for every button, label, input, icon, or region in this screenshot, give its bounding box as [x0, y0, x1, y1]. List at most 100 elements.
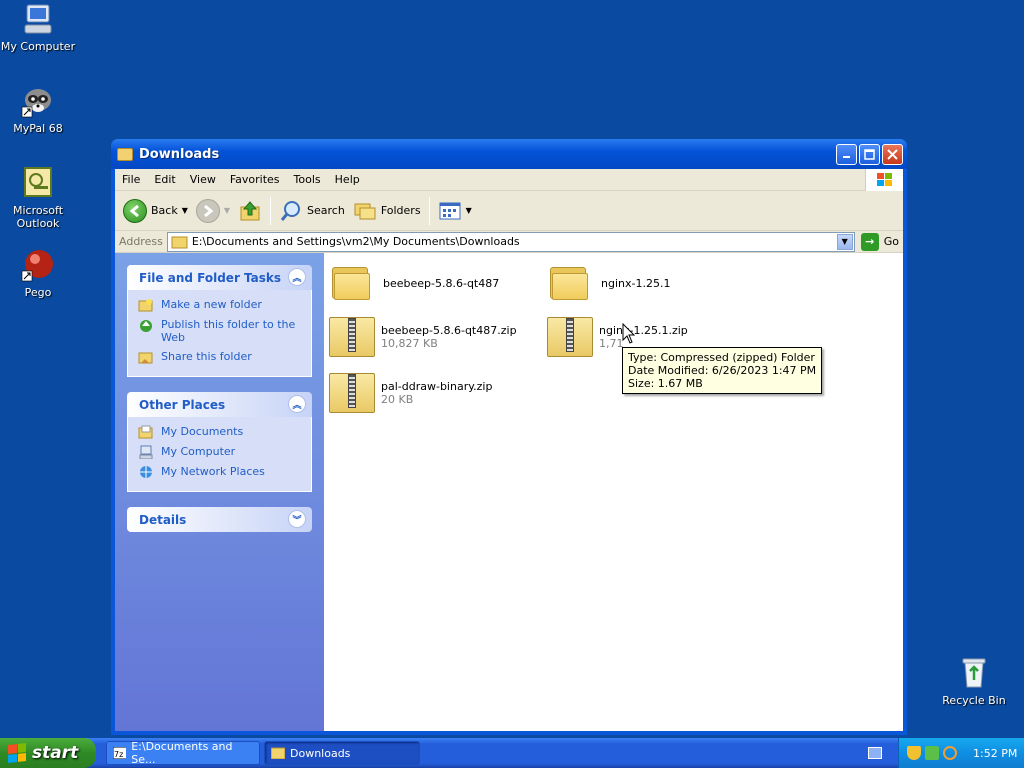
- other-places-panel: Other Places ︽ My Documents My Computer: [127, 392, 312, 492]
- mouse-cursor-icon: [622, 323, 636, 344]
- title-bar[interactable]: Downloads: [111, 139, 907, 169]
- my-documents-link[interactable]: My Documents: [138, 425, 301, 439]
- maximize-icon: [864, 148, 875, 160]
- address-label: Address: [119, 235, 163, 248]
- back-arrow-icon: [123, 198, 147, 223]
- task-pane: File and Folder Tasks ︽ Make a new folde…: [115, 253, 324, 731]
- 7zip-icon: 7z: [113, 747, 127, 759]
- panel-title: File and Folder Tasks: [139, 270, 282, 285]
- share-folder-link[interactable]: Share this folder: [138, 350, 301, 364]
- panel-header[interactable]: Other Places ︽: [127, 392, 312, 417]
- minimize-button[interactable]: [836, 143, 857, 165]
- details-panel: Details ︾: [127, 507, 312, 532]
- desktop-icon-pego[interactable]: Pego: [0, 248, 76, 299]
- up-folder-icon: [240, 200, 260, 220]
- taskbar-item-7zip[interactable]: 7z E:\Documents and Se...: [106, 740, 260, 766]
- go-button[interactable]: → Go: [860, 232, 899, 251]
- my-network-places-link[interactable]: My Network Places: [138, 465, 301, 479]
- recycle-bin-icon: [957, 656, 991, 690]
- system-tray: 1:52 PM: [898, 738, 1024, 768]
- dropdown-arrow-icon[interactable]: ▼: [182, 206, 188, 215]
- panel-title: Other Places: [139, 397, 226, 412]
- desktop-icon-outlook[interactable]: Microsoft Outlook: [0, 166, 76, 230]
- panel-header[interactable]: Details ︾: [127, 507, 312, 532]
- menu-edit[interactable]: Edit: [147, 173, 182, 186]
- file-list: beebeep-5.8.6-qt487 nginx-1.25.1 beebeep…: [324, 253, 903, 731]
- menu-view[interactable]: View: [183, 173, 223, 186]
- link-label: Share this folder: [161, 350, 252, 363]
- collapse-chevron-icon[interactable]: ︽: [288, 268, 306, 286]
- panel-body: My Documents My Computer My Network Plac…: [127, 417, 312, 492]
- link-label: My Documents: [161, 425, 244, 438]
- desktop-icon-my-computer[interactable]: My Computer: [0, 2, 76, 53]
- up-folder-button[interactable]: [234, 195, 266, 227]
- forward-arrow-icon: [195, 198, 220, 223]
- my-computer-link[interactable]: My Computer: [138, 445, 301, 459]
- file-item-folder[interactable]: beebeep-5.8.6-qt487: [329, 261, 499, 305]
- zip-folder-icon: [545, 315, 595, 359]
- toolbar-separator: [270, 196, 272, 225]
- file-item-folder[interactable]: nginx-1.25.1: [547, 261, 670, 305]
- folder-icon: [329, 261, 379, 305]
- file-item-zip[interactable]: pal-ddraw-binary.zip 20 KB: [327, 371, 492, 415]
- link-label: Publish this folder to the Web: [161, 318, 296, 344]
- taskbar-item-downloads[interactable]: Downloads: [264, 741, 420, 765]
- address-input[interactable]: E:\Documents and Settings\vm2\My Documen…: [166, 231, 855, 252]
- search-icon[interactable]: [943, 746, 957, 760]
- expand-chevron-icon[interactable]: ︾: [288, 510, 306, 528]
- folders-button[interactable]: Folders: [349, 195, 425, 227]
- raccoon-icon: [21, 84, 55, 118]
- tooltip-type: Type: Compressed (zipped) Folder: [628, 351, 815, 364]
- address-dropdown-button[interactable]: ▼: [836, 233, 853, 250]
- maximize-button[interactable]: [859, 143, 880, 165]
- collapse-chevron-icon[interactable]: ︽: [288, 395, 306, 413]
- close-button[interactable]: [882, 143, 903, 165]
- shield-icon[interactable]: [907, 746, 921, 760]
- menu-bar: File Edit View Favorites Tools Help: [115, 169, 903, 191]
- make-new-folder-link[interactable]: Make a new folder: [138, 298, 301, 312]
- dropdown-arrow-icon[interactable]: ▼: [224, 206, 230, 215]
- minimize-icon: [842, 156, 850, 158]
- taskbar: start 7z E:\Documents and Se... Download…: [0, 738, 1024, 768]
- publish-folder-link[interactable]: Publish this folder to the Web: [138, 318, 301, 344]
- zip-folder-icon: [327, 371, 377, 415]
- panel-title: Details: [139, 512, 187, 527]
- desktop-icon-recycle-bin[interactable]: Recycle Bin: [936, 656, 1012, 707]
- share-folder-icon: [138, 352, 153, 364]
- keyboard-icon[interactable]: [868, 747, 882, 759]
- menu-favorites[interactable]: Favorites: [223, 173, 287, 186]
- panel-body: Make a new folder Publish this folder to…: [127, 290, 312, 377]
- desktop-icon-label: Microsoft Outlook: [12, 204, 64, 230]
- window-body: File Edit View Favorites Tools Help Back…: [115, 169, 903, 731]
- link-label: My Computer: [161, 445, 236, 458]
- menu-tools[interactable]: Tools: [287, 173, 328, 186]
- file-name: nginx-1.25.1.zip: [599, 324, 688, 337]
- file-name: pal-ddraw-binary.zip: [381, 380, 493, 393]
- desktop-icon-label: MyPal 68: [13, 122, 63, 135]
- search-button[interactable]: Search: [275, 195, 349, 227]
- network-places-icon: [140, 466, 152, 478]
- desktop-icon-mypal[interactable]: MyPal 68: [0, 84, 76, 135]
- views-button[interactable]: ▼: [434, 195, 476, 227]
- clock[interactable]: 1:52 PM: [973, 747, 1017, 760]
- windows-flag-icon: [8, 743, 26, 763]
- folder-icon: [117, 147, 133, 161]
- start-button[interactable]: start: [0, 738, 96, 768]
- search-label: Search: [307, 204, 345, 217]
- menu-help[interactable]: Help: [328, 173, 367, 186]
- folders-icon: [354, 203, 376, 219]
- explorer-body: File and Folder Tasks ︽ Make a new folde…: [115, 253, 903, 731]
- file-info-tooltip: Type: Compressed (zipped) Folder Date Mo…: [622, 347, 823, 394]
- back-button[interactable]: Back ▼: [119, 195, 192, 227]
- panel-header[interactable]: File and Folder Tasks ︽: [127, 265, 312, 290]
- network-icon[interactable]: [925, 746, 939, 760]
- file-item-zip[interactable]: beebeep-5.8.6-qt487.zip 10,827 KB: [327, 315, 517, 359]
- go-arrow-icon: →: [860, 232, 879, 251]
- tooltip-modified: Date Modified: 6/26/2023 1:47 PM: [628, 364, 817, 377]
- file-name: beebeep-5.8.6-qt487: [383, 276, 500, 290]
- folders-label: Folders: [380, 204, 421, 217]
- menu-file[interactable]: File: [115, 173, 147, 186]
- address-path: E:\Documents and Settings\vm2\My Documen…: [191, 235, 520, 248]
- forward-button[interactable]: ▼: [192, 195, 234, 227]
- file-size: 20 KB: [381, 393, 414, 406]
